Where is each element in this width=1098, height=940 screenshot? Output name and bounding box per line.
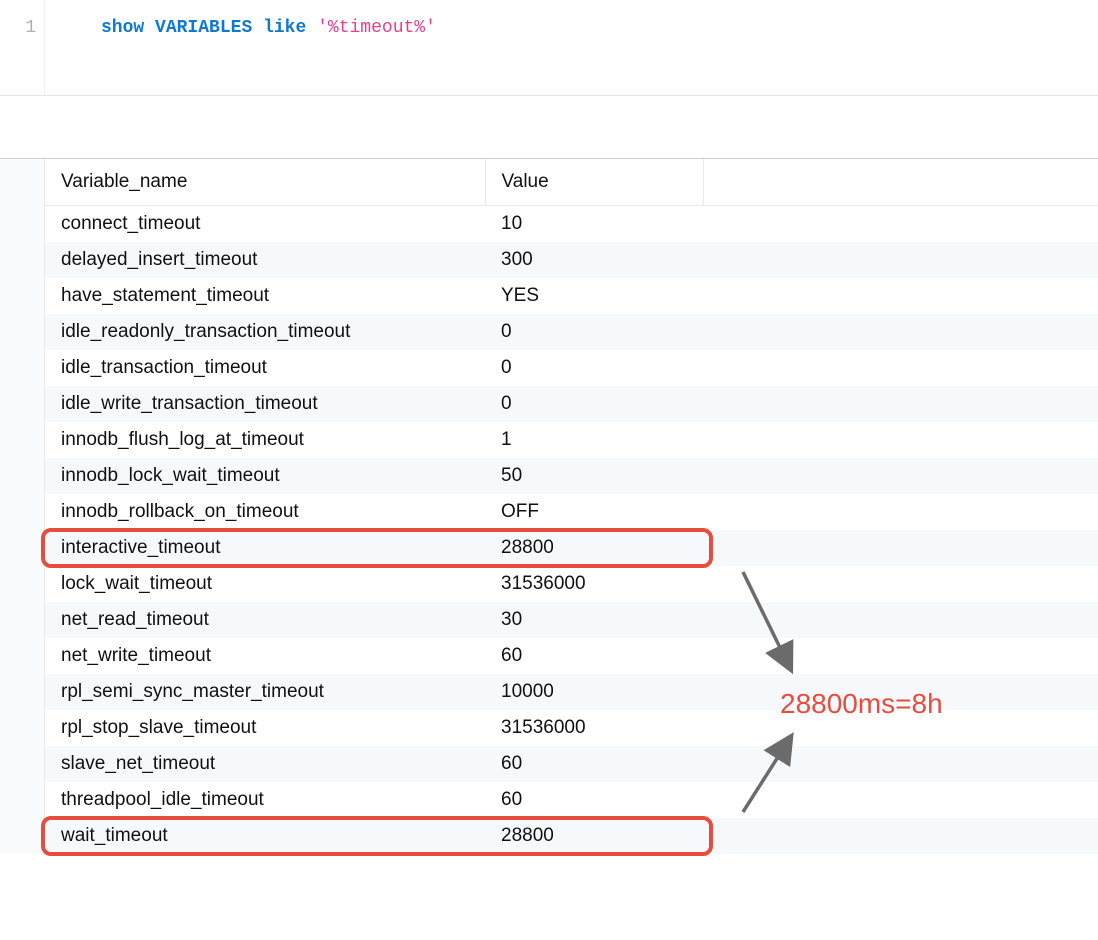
- cell-variable-name: net_write_timeout: [45, 638, 485, 674]
- cell-empty: [703, 782, 1098, 818]
- cell-variable-name: innodb_flush_log_at_timeout: [45, 422, 485, 458]
- cell-value: 0: [485, 386, 703, 422]
- cell-variable-name: innodb_rollback_on_timeout: [45, 494, 485, 530]
- table-row[interactable]: rpl_semi_sync_master_timeout10000: [45, 674, 1098, 710]
- table-row[interactable]: net_read_timeout30: [45, 602, 1098, 638]
- table-row[interactable]: lock_wait_timeout31536000: [45, 566, 1098, 602]
- cell-variable-name: net_read_timeout: [45, 602, 485, 638]
- column-header-empty: [703, 159, 1098, 206]
- sql-editor[interactable]: 1 show VARIABLES like '%timeout%': [0, 0, 1098, 96]
- cell-variable-name: idle_readonly_transaction_timeout: [45, 314, 485, 350]
- table-row[interactable]: connect_timeout10: [45, 206, 1098, 243]
- cell-empty: [703, 314, 1098, 350]
- cell-value: 0: [485, 350, 703, 386]
- table-row[interactable]: idle_transaction_timeout0: [45, 350, 1098, 386]
- table-row[interactable]: delayed_insert_timeout300: [45, 242, 1098, 278]
- cell-value: 10: [485, 206, 703, 243]
- cell-variable-name: lock_wait_timeout: [45, 566, 485, 602]
- cell-empty: [703, 386, 1098, 422]
- cell-value: 30: [485, 602, 703, 638]
- sql-code-line[interactable]: show VARIABLES like '%timeout%': [45, 0, 436, 95]
- table-row[interactable]: interactive_timeout28800: [45, 530, 1098, 566]
- cell-empty: [703, 206, 1098, 243]
- table-row[interactable]: have_statement_timeoutYES: [45, 278, 1098, 314]
- cell-empty: [703, 242, 1098, 278]
- cell-empty: [703, 350, 1098, 386]
- table-row[interactable]: wait_timeout28800: [45, 818, 1098, 854]
- cell-empty: [703, 458, 1098, 494]
- cell-empty: [703, 746, 1098, 782]
- cell-variable-name: idle_write_transaction_timeout: [45, 386, 485, 422]
- table-row[interactable]: innodb_rollback_on_timeoutOFF: [45, 494, 1098, 530]
- table-row[interactable]: idle_write_transaction_timeout0: [45, 386, 1098, 422]
- column-header-value[interactable]: Value: [485, 159, 703, 206]
- cell-variable-name: innodb_lock_wait_timeout: [45, 458, 485, 494]
- cell-empty: [703, 710, 1098, 746]
- cell-variable-name: slave_net_timeout: [45, 746, 485, 782]
- row-gutter: [0, 159, 45, 854]
- table-row[interactable]: innodb_flush_log_at_timeout1: [45, 422, 1098, 458]
- cell-value: 60: [485, 638, 703, 674]
- table-row[interactable]: threadpool_idle_timeout60: [45, 782, 1098, 818]
- column-header-variable-name[interactable]: Variable_name: [45, 159, 485, 206]
- cell-value: 60: [485, 782, 703, 818]
- sql-string-pattern: '%timeout%': [317, 18, 436, 38]
- cell-empty: [703, 530, 1098, 566]
- line-number-gutter: 1: [0, 0, 45, 95]
- table-row[interactable]: idle_readonly_transaction_timeout0: [45, 314, 1098, 350]
- cell-variable-name: delayed_insert_timeout: [45, 242, 485, 278]
- cell-variable-name: threadpool_idle_timeout: [45, 782, 485, 818]
- cell-empty: [703, 638, 1098, 674]
- cell-value: 31536000: [485, 710, 703, 746]
- cell-value: 60: [485, 746, 703, 782]
- cell-empty: [703, 422, 1098, 458]
- line-number: 1: [25, 18, 36, 38]
- results-table: Variable_name Value connect_timeout10del…: [45, 159, 1098, 854]
- cell-empty: [703, 602, 1098, 638]
- sql-keyword-variables: VARIABLES: [155, 18, 252, 38]
- cell-value: YES: [485, 278, 703, 314]
- table-header-row: Variable_name Value: [45, 159, 1098, 206]
- cell-variable-name: rpl_semi_sync_master_timeout: [45, 674, 485, 710]
- table-row[interactable]: rpl_stop_slave_timeout31536000: [45, 710, 1098, 746]
- cell-empty: [703, 278, 1098, 314]
- table-row[interactable]: innodb_lock_wait_timeout50: [45, 458, 1098, 494]
- cell-variable-name: interactive_timeout: [45, 530, 485, 566]
- cell-empty: [703, 818, 1098, 854]
- cell-value: 28800: [485, 530, 703, 566]
- cell-empty: [703, 566, 1098, 602]
- cell-variable-name: wait_timeout: [45, 818, 485, 854]
- cell-variable-name: rpl_stop_slave_timeout: [45, 710, 485, 746]
- cell-value: OFF: [485, 494, 703, 530]
- cell-value: 1: [485, 422, 703, 458]
- query-results: Variable_name Value connect_timeout10del…: [0, 158, 1098, 854]
- cell-value: 31536000: [485, 566, 703, 602]
- cell-variable-name: idle_transaction_timeout: [45, 350, 485, 386]
- cell-value: 10000: [485, 674, 703, 710]
- cell-value: 28800: [485, 818, 703, 854]
- cell-empty: [703, 494, 1098, 530]
- sql-keyword-like: like: [263, 18, 306, 38]
- cell-value: 50: [485, 458, 703, 494]
- table-row[interactable]: net_write_timeout60: [45, 638, 1098, 674]
- cell-variable-name: connect_timeout: [45, 206, 485, 243]
- cell-value: 0: [485, 314, 703, 350]
- cell-variable-name: have_statement_timeout: [45, 278, 485, 314]
- table-row[interactable]: slave_net_timeout60: [45, 746, 1098, 782]
- cell-value: 300: [485, 242, 703, 278]
- sql-keyword-show: show: [101, 18, 144, 38]
- cell-empty: [703, 674, 1098, 710]
